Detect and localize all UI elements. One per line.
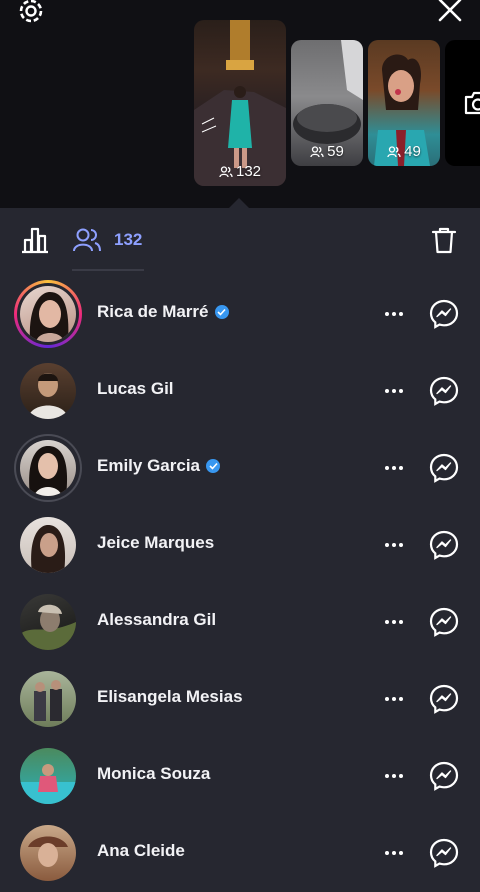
story-thumbnail[interactable]: 59 (291, 40, 363, 166)
verified-badge-icon (214, 305, 229, 319)
avatar-image (31, 525, 66, 573)
viewer-name-text: Ana Cleide (97, 841, 185, 860)
story-viewer-count: 49 (368, 143, 440, 160)
viewer-row[interactable]: Alessandra Gil (0, 584, 480, 661)
avatar (20, 594, 76, 650)
story-viewer-count: 59 (291, 143, 363, 160)
close-button[interactable] (434, 0, 466, 26)
verified-badge-icon (206, 459, 221, 473)
people-icon (387, 145, 401, 157)
people-icon (73, 228, 101, 252)
story-thumbnail-selected[interactable]: 132 (194, 20, 286, 186)
viewer-name: Ana Cleide (97, 841, 185, 861)
add-story-button[interactable] (445, 40, 480, 166)
selected-story-caret (229, 198, 249, 208)
story-viewer-count-text: 49 (404, 143, 421, 160)
viewers-tab-bar: 132 (0, 208, 480, 272)
viewer-name: Monica Souza (97, 764, 210, 784)
viewer-name-text: Lucas Gil (97, 379, 174, 398)
gear-icon (19, 0, 43, 23)
more-options-button[interactable] (380, 841, 408, 865)
messenger-icon[interactable] (429, 761, 459, 791)
more-options-button[interactable] (380, 764, 408, 788)
viewer-name-text: Emily Garcia (97, 456, 201, 475)
avatar-image (20, 604, 76, 650)
people-icon (219, 165, 233, 177)
viewer-count: 132 (114, 230, 143, 249)
avatar (20, 748, 76, 804)
viewer-name-text: Monica Souza (97, 764, 211, 783)
messenger-icon[interactable] (429, 838, 459, 868)
avatar-image (28, 836, 68, 867)
story-viewer-count-text: 132 (235, 163, 262, 180)
insights-tab[interactable] (18, 224, 52, 256)
viewer-name: Jeice Marques (97, 533, 214, 553)
avatar-image (29, 292, 69, 342)
viewers-tab-indicator (72, 269, 144, 271)
viewer-row[interactable]: Lucas Gil (0, 353, 480, 430)
avatar-image (29, 446, 68, 496)
avatar (20, 286, 76, 342)
viewer-name: Emily Garcia (97, 456, 221, 476)
story-thumbnail[interactable]: 49 (368, 40, 440, 166)
viewer-name-text: Elisangela Mesias (97, 687, 243, 706)
messenger-icon[interactable] (429, 607, 459, 637)
viewer-row[interactable]: Monica Souza (0, 738, 480, 815)
more-options-button[interactable] (380, 533, 408, 557)
avatar (20, 363, 76, 419)
viewer-name-text: Jeice Marques (97, 533, 215, 552)
settings-button[interactable] (14, 0, 48, 28)
story-header: 132 59 49 (0, 0, 480, 208)
avatar-image (28, 373, 68, 419)
viewer-row[interactable]: Elisangela Mesias (0, 661, 480, 738)
trash-icon (431, 227, 457, 254)
avatar (20, 440, 76, 496)
avatar (20, 517, 76, 573)
story-viewer-count: 132 (194, 163, 286, 180)
more-options-button[interactable] (380, 379, 408, 403)
viewers-tab[interactable]: 132 (72, 224, 142, 256)
viewer-name-text: Rica de Marré (97, 302, 209, 321)
more-options-button[interactable] (380, 687, 408, 711)
viewer-name-text: Alessandra Gil (97, 610, 217, 629)
more-options-button[interactable] (380, 456, 408, 480)
story-viewer-count-text: 59 (327, 143, 344, 160)
viewer-name: Lucas Gil (97, 379, 174, 399)
delete-story-button[interactable] (428, 224, 460, 256)
viewers-panel: 132 Rica de Marré Lucas Gil Emily Garcia… (0, 208, 480, 881)
avatar-image (20, 764, 76, 804)
viewer-name: Rica de Marré (97, 302, 229, 322)
viewer-row[interactable]: Emily Garcia (0, 430, 480, 507)
viewer-name: Alessandra Gil (97, 610, 216, 630)
avatar (20, 825, 76, 881)
messenger-icon[interactable] (429, 299, 459, 329)
more-options-button[interactable] (380, 302, 408, 326)
messenger-icon[interactable] (429, 530, 459, 560)
avatar-image (34, 680, 62, 721)
people-icon (310, 145, 324, 157)
messenger-icon[interactable] (429, 376, 459, 406)
viewer-row[interactable]: Rica de Marré (0, 276, 480, 353)
bar-chart-icon (22, 227, 48, 254)
viewer-row[interactable]: Jeice Marques (0, 507, 480, 584)
camera-icon (464, 91, 480, 115)
messenger-icon[interactable] (429, 684, 459, 714)
close-icon (438, 0, 462, 22)
more-options-button[interactable] (380, 610, 408, 634)
avatar (20, 671, 76, 727)
story-image (194, 20, 286, 186)
viewer-name: Elisangela Mesias (97, 687, 243, 707)
messenger-icon[interactable] (429, 453, 459, 483)
